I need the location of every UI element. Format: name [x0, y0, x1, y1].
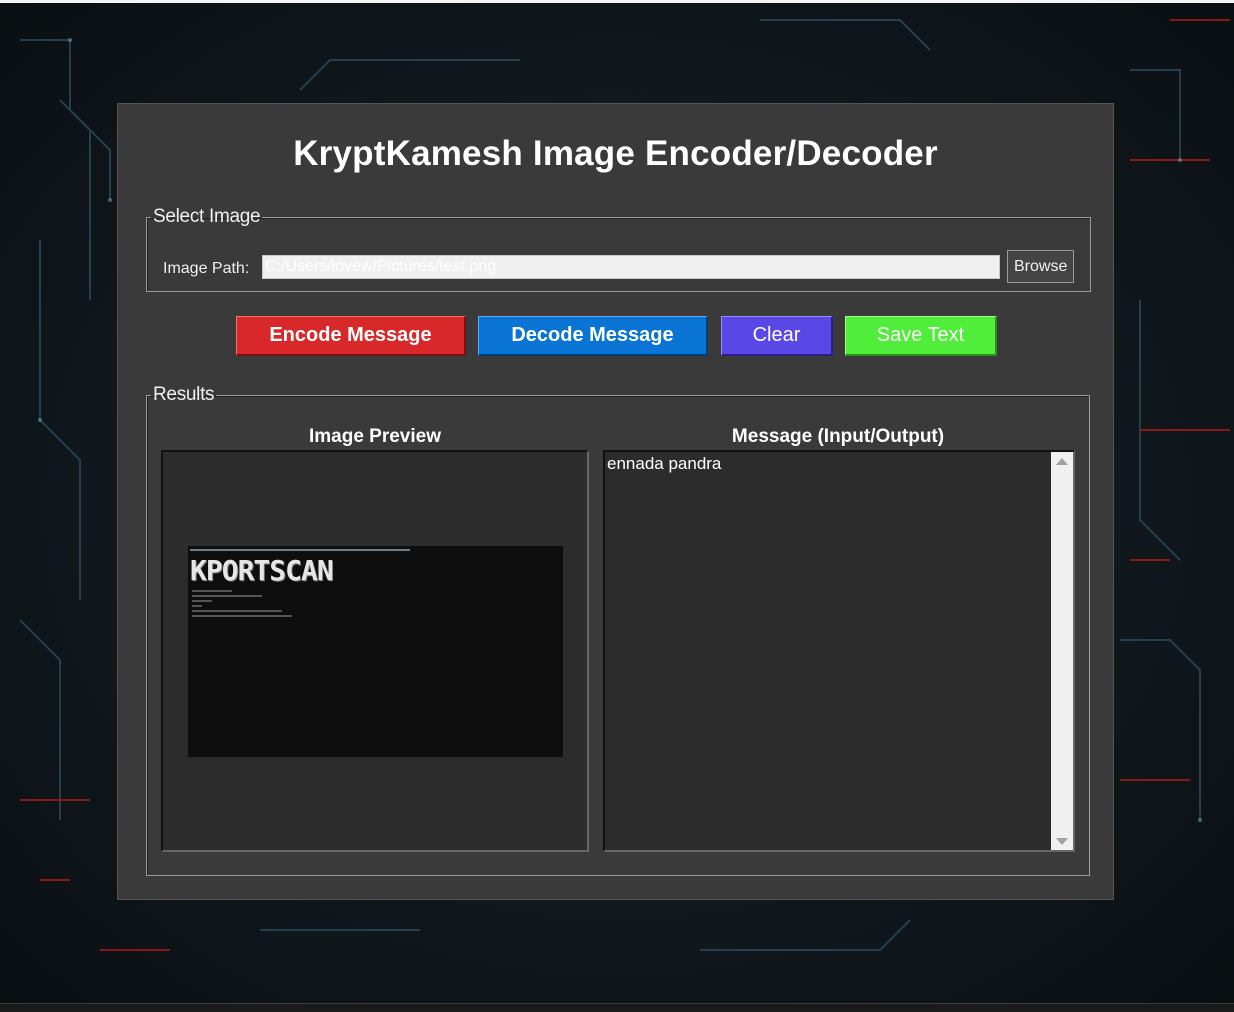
message-scrollbar[interactable] [1051, 452, 1073, 850]
message-panel: ennada pandra [603, 450, 1075, 852]
encode-message-button[interactable]: Encode Message [236, 316, 466, 356]
scroll-up-button[interactable] [1051, 452, 1073, 470]
terminal-line [192, 600, 212, 602]
terminal-line [192, 595, 262, 597]
image-preview-heading: Image Preview [308, 426, 442, 447]
decode-message-button[interactable]: Decode Message [478, 316, 708, 356]
top-edge [0, 0, 1234, 3]
save-text-button[interactable]: Save Text [845, 316, 997, 356]
message-textarea[interactable]: ennada pandra [605, 452, 1053, 850]
image-path-label: Image Path: [163, 260, 250, 277]
message-heading: Message (Input/Output) [731, 426, 945, 447]
terminal-line [192, 605, 202, 607]
select-image-legend: Select Image [153, 206, 261, 227]
preview-logo-text: KPORTSCAN [190, 554, 334, 587]
terminal-line [192, 610, 282, 612]
app-title: KryptKamesh Image Encoder/Decoder [293, 134, 938, 173]
select-image-group: Select Image Image Path: Browse [146, 206, 1091, 292]
terminal-line [192, 615, 292, 617]
terminal-line [190, 549, 410, 551]
scroll-down-button[interactable] [1051, 832, 1073, 850]
app-window: KryptKamesh Image Encoder/Decoder Select… [117, 103, 1114, 900]
image-path-input[interactable] [262, 255, 1000, 279]
terminal-line [192, 590, 232, 592]
bottom-edge [0, 1003, 1234, 1012]
browse-button[interactable]: Browse [1007, 250, 1074, 283]
results-legend: Results [153, 384, 215, 405]
triangle-up-icon [1056, 457, 1068, 465]
image-preview-panel: KPORTSCAN [161, 450, 589, 852]
triangle-down-icon [1056, 837, 1068, 845]
results-group: Results Image Preview Message (Input/Out… [146, 384, 1090, 876]
clear-button[interactable]: Clear [721, 316, 833, 356]
preview-image: KPORTSCAN [188, 546, 563, 757]
